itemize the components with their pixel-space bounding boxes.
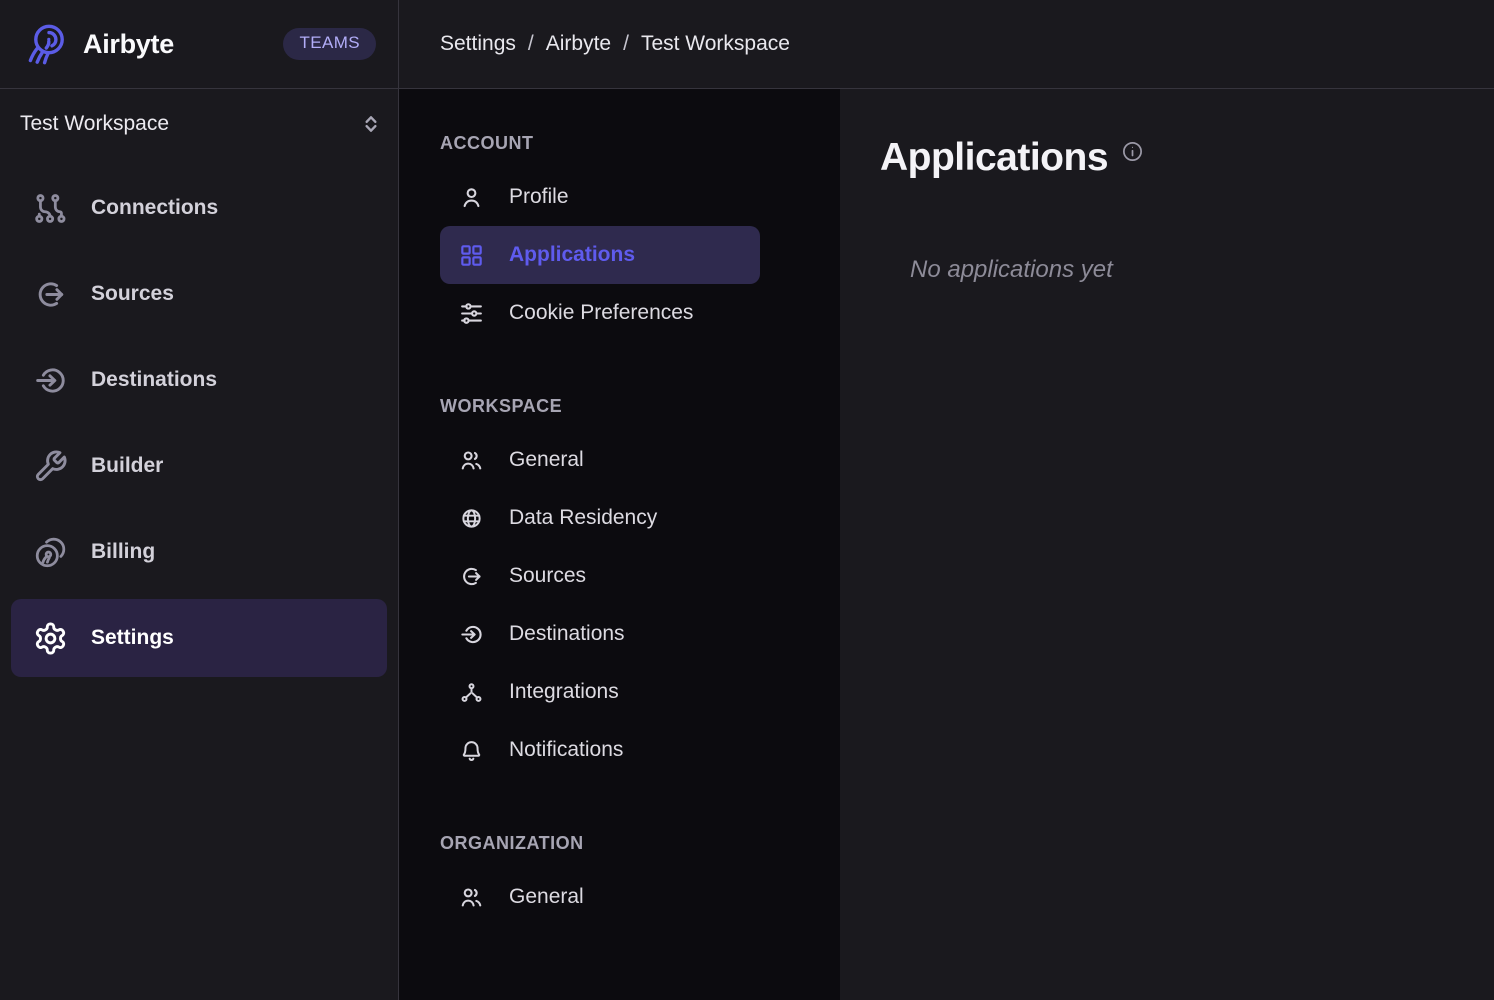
settings-item-label: Profile <box>509 185 569 209</box>
settings-item-label: Sources <box>509 564 586 588</box>
top-bar: Airbyte TEAMS Settings / Airbyte / Test … <box>0 0 1494 89</box>
settings-section-organization: ORGANIZATION General <box>440 832 840 926</box>
brand-name: Airbyte <box>83 29 174 60</box>
workspace-selector[interactable]: Test Workspace <box>0 89 398 159</box>
settings-item-workspace-general[interactable]: General <box>440 431 760 489</box>
user-icon <box>459 185 484 210</box>
sidebar-item-label: Settings <box>91 626 174 650</box>
sidebar-item-connections[interactable]: Connections <box>11 169 387 247</box>
main-content: Applications No applications yet <box>840 89 1494 1000</box>
coins-icon <box>33 535 68 570</box>
sidebar-item-label: Sources <box>91 282 174 306</box>
settings-item-label: General <box>509 448 584 472</box>
section-title: ORGANIZATION <box>440 832 840 854</box>
bell-icon <box>459 738 484 763</box>
settings-item-organization-general[interactable]: General <box>440 868 760 926</box>
sidebar-item-sources[interactable]: Sources <box>11 255 387 333</box>
source-arrow-icon <box>459 564 484 589</box>
settings-item-data-residency[interactable]: Data Residency <box>440 489 760 547</box>
sidebar-item-settings[interactable]: Settings <box>11 599 387 677</box>
settings-item-integrations[interactable]: Integrations <box>440 663 760 721</box>
chevron-up-down-icon <box>358 111 384 137</box>
settings-item-profile[interactable]: Profile <box>440 168 760 226</box>
wrench-icon <box>33 449 68 484</box>
settings-section-workspace: WORKSPACE General <box>440 395 840 779</box>
sidebar: Test Workspace Connections <box>0 89 399 1000</box>
sidebar-item-label: Destinations <box>91 368 217 392</box>
sidebar-item-label: Builder <box>91 454 163 478</box>
settings-item-notifications[interactable]: Notifications <box>440 721 760 779</box>
sliders-icon <box>459 301 484 326</box>
settings-item-workspace-sources[interactable]: Sources <box>440 547 760 605</box>
settings-item-label: Destinations <box>509 622 625 646</box>
connections-icon <box>33 191 68 226</box>
settings-section-account: ACCOUNT Profile Applications <box>440 132 840 342</box>
breadcrumb-separator: / <box>623 32 629 56</box>
settings-item-label: General <box>509 885 584 909</box>
sidebar-item-destinations[interactable]: Destinations <box>11 341 387 419</box>
destination-arrow-icon <box>459 622 484 647</box>
sidebar-item-billing[interactable]: Billing <box>11 513 387 591</box>
settings-item-applications[interactable]: Applications <box>440 226 760 284</box>
breadcrumb: Settings / Airbyte / Test Workspace <box>399 0 790 88</box>
settings-item-label: Cookie Preferences <box>509 301 693 325</box>
breadcrumb-test-workspace[interactable]: Test Workspace <box>641 32 790 56</box>
globe-icon <box>459 506 484 531</box>
grid-icon <box>459 243 484 268</box>
settings-item-label: Applications <box>509 243 635 267</box>
top-bar-brand-area: Airbyte TEAMS <box>0 0 399 88</box>
app-body: Test Workspace Connections <box>0 89 1494 1000</box>
destination-arrow-icon <box>33 363 68 398</box>
section-title: WORKSPACE <box>440 395 840 417</box>
users-icon <box>459 885 484 910</box>
sidebar-item-builder[interactable]: Builder <box>11 427 387 505</box>
settings-item-label: Integrations <box>509 680 619 704</box>
breadcrumb-settings[interactable]: Settings <box>440 32 516 56</box>
settings-item-label: Notifications <box>509 738 623 762</box>
page-title: Applications <box>880 135 1108 181</box>
airbyte-logo[interactable]: Airbyte <box>22 20 174 68</box>
sidebar-item-label: Billing <box>91 540 155 564</box>
teams-badge: TEAMS <box>283 28 376 60</box>
breadcrumb-separator: / <box>528 32 534 56</box>
workspace-name: Test Workspace <box>20 112 169 136</box>
settings-nav-panel: ACCOUNT Profile Applications <box>399 89 840 1000</box>
airbyte-app: Airbyte TEAMS Settings / Airbyte / Test … <box>0 0 1494 1000</box>
settings-item-workspace-destinations[interactable]: Destinations <box>440 605 760 663</box>
info-icon[interactable] <box>1121 140 1144 163</box>
settings-item-cookie-preferences[interactable]: Cookie Preferences <box>440 284 760 342</box>
sidebar-item-label: Connections <box>91 196 218 220</box>
source-arrow-icon <box>33 277 68 312</box>
section-title: ACCOUNT <box>440 132 840 154</box>
breadcrumb-airbyte[interactable]: Airbyte <box>546 32 611 56</box>
gear-icon <box>33 621 68 656</box>
settings-item-label: Data Residency <box>509 506 657 530</box>
sidebar-nav: Connections Sources Destinations <box>0 169 398 677</box>
empty-state-message: No applications yet <box>910 256 1494 284</box>
users-icon <box>459 448 484 473</box>
airbyte-octopus-icon <box>22 20 70 68</box>
network-icon <box>459 680 484 705</box>
